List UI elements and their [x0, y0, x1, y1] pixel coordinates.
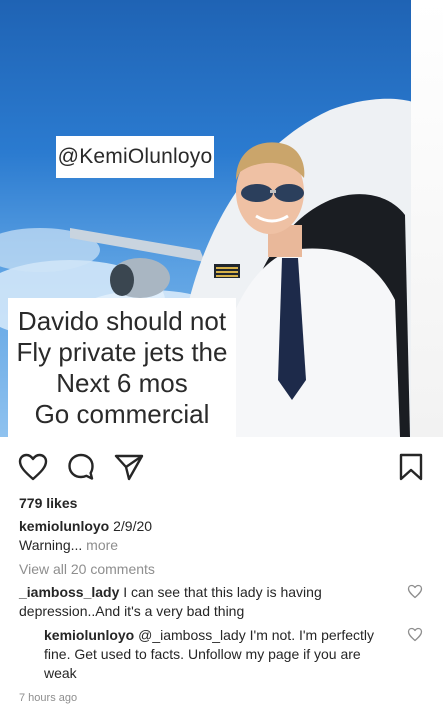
- paper-plane-icon[interactable]: [113, 452, 145, 482]
- heart-outline-icon[interactable]: [17, 452, 49, 482]
- overlay-caption: Davido should not Fly private jets the N…: [8, 298, 236, 437]
- view-all-comments-link[interactable]: View all 20 comments: [19, 561, 155, 577]
- comment-bubble-icon[interactable]: [66, 452, 96, 482]
- overlay-line: Next 6 mos: [56, 367, 188, 398]
- comment-mention[interactable]: @_iamboss_lady: [138, 627, 246, 643]
- post-image[interactable]: @KemiOlunloyo Davido should not Fly priv…: [0, 0, 443, 437]
- overlay-line: Fly private jets the: [16, 336, 228, 367]
- overlay-handle-text: @KemiOlunloyo: [56, 136, 214, 178]
- caption-text: Warning...: [19, 537, 83, 553]
- comment: _iamboss_lady I can see that this lady i…: [19, 583, 389, 621]
- comment-username[interactable]: kemiolunloyo: [44, 627, 134, 643]
- photo-edge: [411, 0, 443, 437]
- post-timestamp: 7 hours ago: [19, 692, 78, 704]
- bookmark-icon[interactable]: [398, 452, 424, 482]
- caption-more-link[interactable]: more: [86, 537, 118, 553]
- comment-like-icon[interactable]: [407, 584, 423, 599]
- caption-body: Warning... more: [19, 537, 118, 553]
- caption-date: 2/9/20: [113, 518, 153, 534]
- likes-count[interactable]: 779 likes: [19, 495, 77, 511]
- caption-header: kemiolunloyo 2/9/20: [19, 518, 152, 534]
- reply-comment: kemiolunloyo @_iamboss_lady I'm not. I'm…: [44, 626, 389, 683]
- post-action-bar: [0, 444, 443, 488]
- overlay-line: Go commercial: [34, 398, 210, 429]
- comment-like-icon[interactable]: [407, 627, 423, 642]
- caption-username[interactable]: kemiolunloyo: [19, 518, 109, 534]
- comment-username[interactable]: _iamboss_lady: [19, 584, 119, 600]
- overlay-line: Davido should not: [17, 305, 227, 336]
